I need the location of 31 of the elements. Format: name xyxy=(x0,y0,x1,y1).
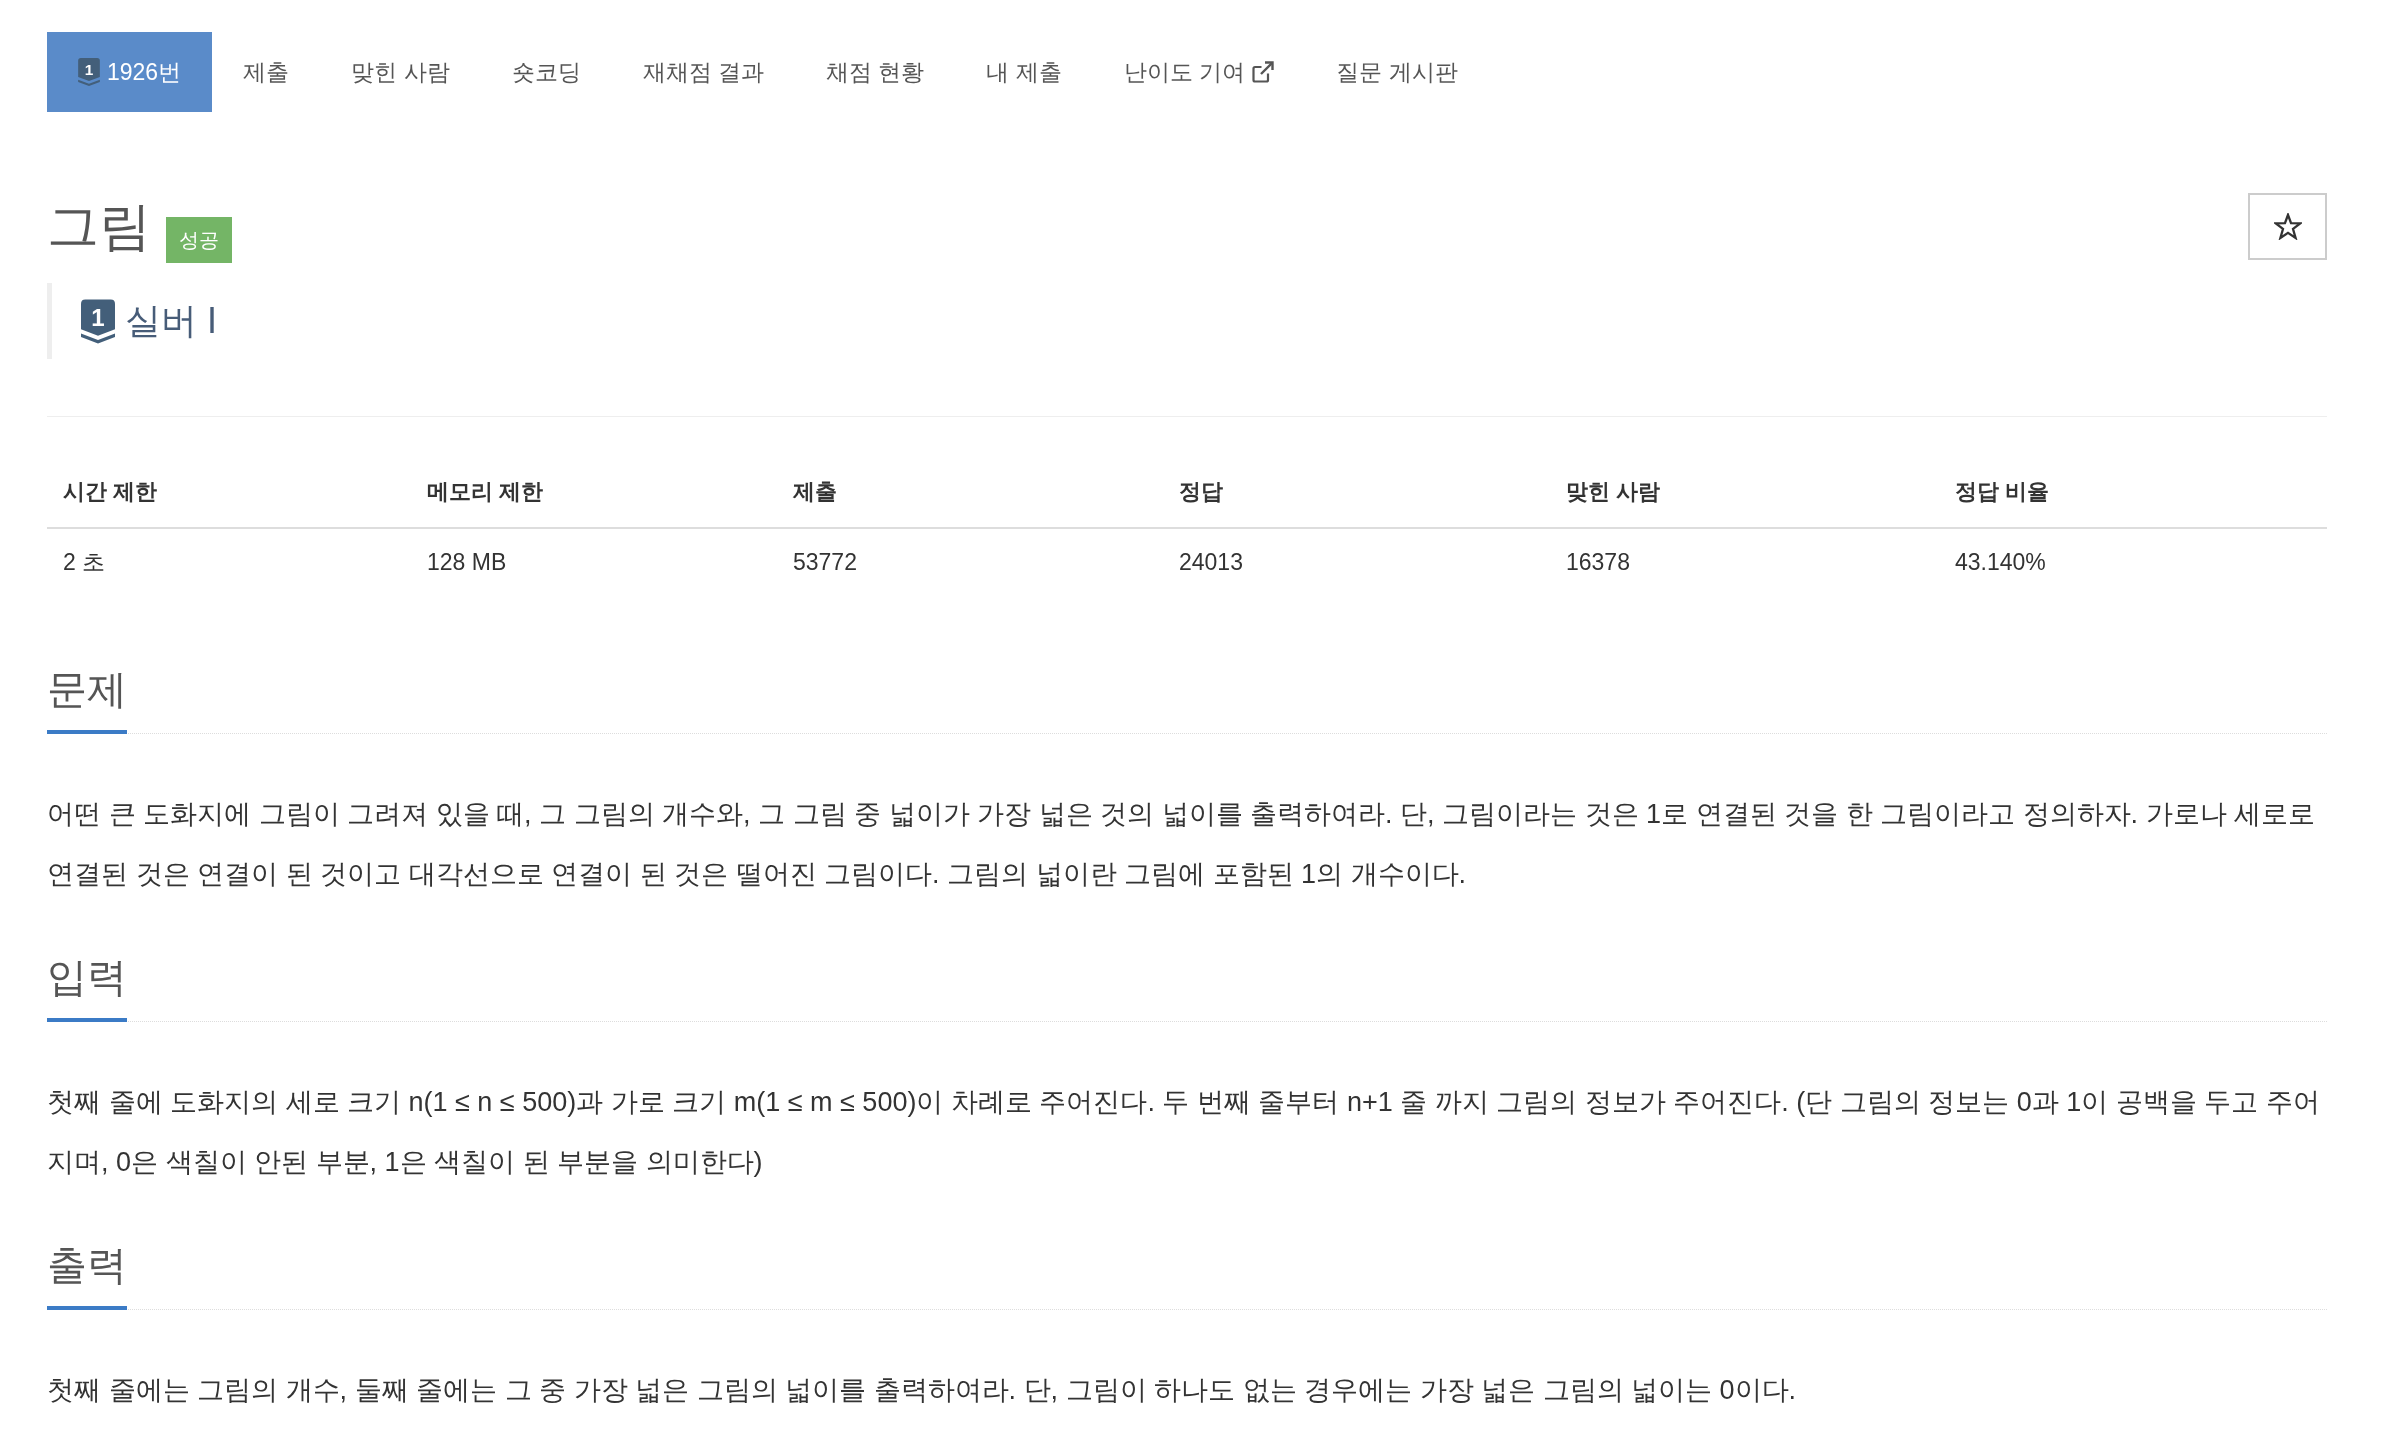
tab[interactable]: 맞힌 사람 xyxy=(320,32,481,112)
tier-name: 실버 I xyxy=(125,299,217,343)
table-cell: 128 MB xyxy=(411,528,777,596)
tab[interactable]: 난이도 기여 xyxy=(1092,32,1306,112)
table-cell: 53772 xyxy=(777,528,1163,596)
favorite-button[interactable] xyxy=(2248,193,2327,260)
table-header-cell: 정답 비율 xyxy=(1939,456,2327,528)
tab[interactable]: 제출 xyxy=(212,32,321,112)
section-text: 첫째 줄에는 그림의 개수, 둘째 줄에는 그 중 가장 넓은 그림의 넓이를 출력하여라. 단, 그림이 하나도 없는 경우에는 가장 넓은 그림의 넓이는 0이다. xyxy=(47,1374,1798,1407)
tab[interactable]: 1 1926번 xyxy=(47,32,213,112)
table-header-cell: 시간 제한 xyxy=(47,456,411,528)
tab[interactable]: 채점 현황 xyxy=(794,32,956,112)
table-header-cell: 제출 xyxy=(777,456,1163,528)
table-header-cell: 메모리 제한 xyxy=(411,456,777,528)
tab[interactable]: 내 제출 xyxy=(955,32,1093,112)
section-text: 어떤 큰 도화지에 그림이 그려져 있을 때, 그 그림의 개수와, 그 그림 중 넓이가 가장 넓은 것의 넓이를 출력하여라. 단, 그림이라는 것은 1로 연결된 것을 한 그림이라고 정의하자. 가로나 세로로 연결된 것은 연결이 된 것이고 대각선으로 연결이 된 것은 떨어진 그림이다. 그림의 넓이란 그림에 포함된 1의 개수이다. xyxy=(47,798,2317,891)
table-cell: 2 초 xyxy=(47,528,411,596)
section-heading: 문제 xyxy=(47,661,127,734)
section-heading: 입력 xyxy=(47,949,127,1022)
table-cell: 43.140% xyxy=(1939,528,2327,596)
section-heading: 출력 xyxy=(47,1237,127,1310)
tab[interactable]: 질문 게시판 xyxy=(1305,32,1489,112)
problem-title: 그림 xyxy=(47,196,151,257)
table-header-cell: 정답 xyxy=(1163,456,1550,528)
table-header-cell: 맞힌 사람 xyxy=(1550,456,1939,528)
section-text: 첫째 줄에 도화지의 세로 크기 n(1 ≤ n ≤ 500)과 가로 크기 m(1 ≤ m ≤ 500)이 차례로 주어진다. 두 번째 줄부터 n+1 줄 까지 그림의 정보가 주어진다. (단 그림의 정보는 0과 1이 공백을 두고 주어지며, 0은 색칠이 안된 부분, 1은 색칠이 된 부분을 의미한다) xyxy=(47,1086,2321,1179)
table-cell: 16378 xyxy=(1550,528,1939,596)
tab[interactable]: 숏코딩 xyxy=(480,32,612,112)
status-badge: 성공 xyxy=(166,217,232,263)
tab[interactable]: 재채점 결과 xyxy=(611,32,795,112)
table-cell: 24013 xyxy=(1163,528,1550,596)
